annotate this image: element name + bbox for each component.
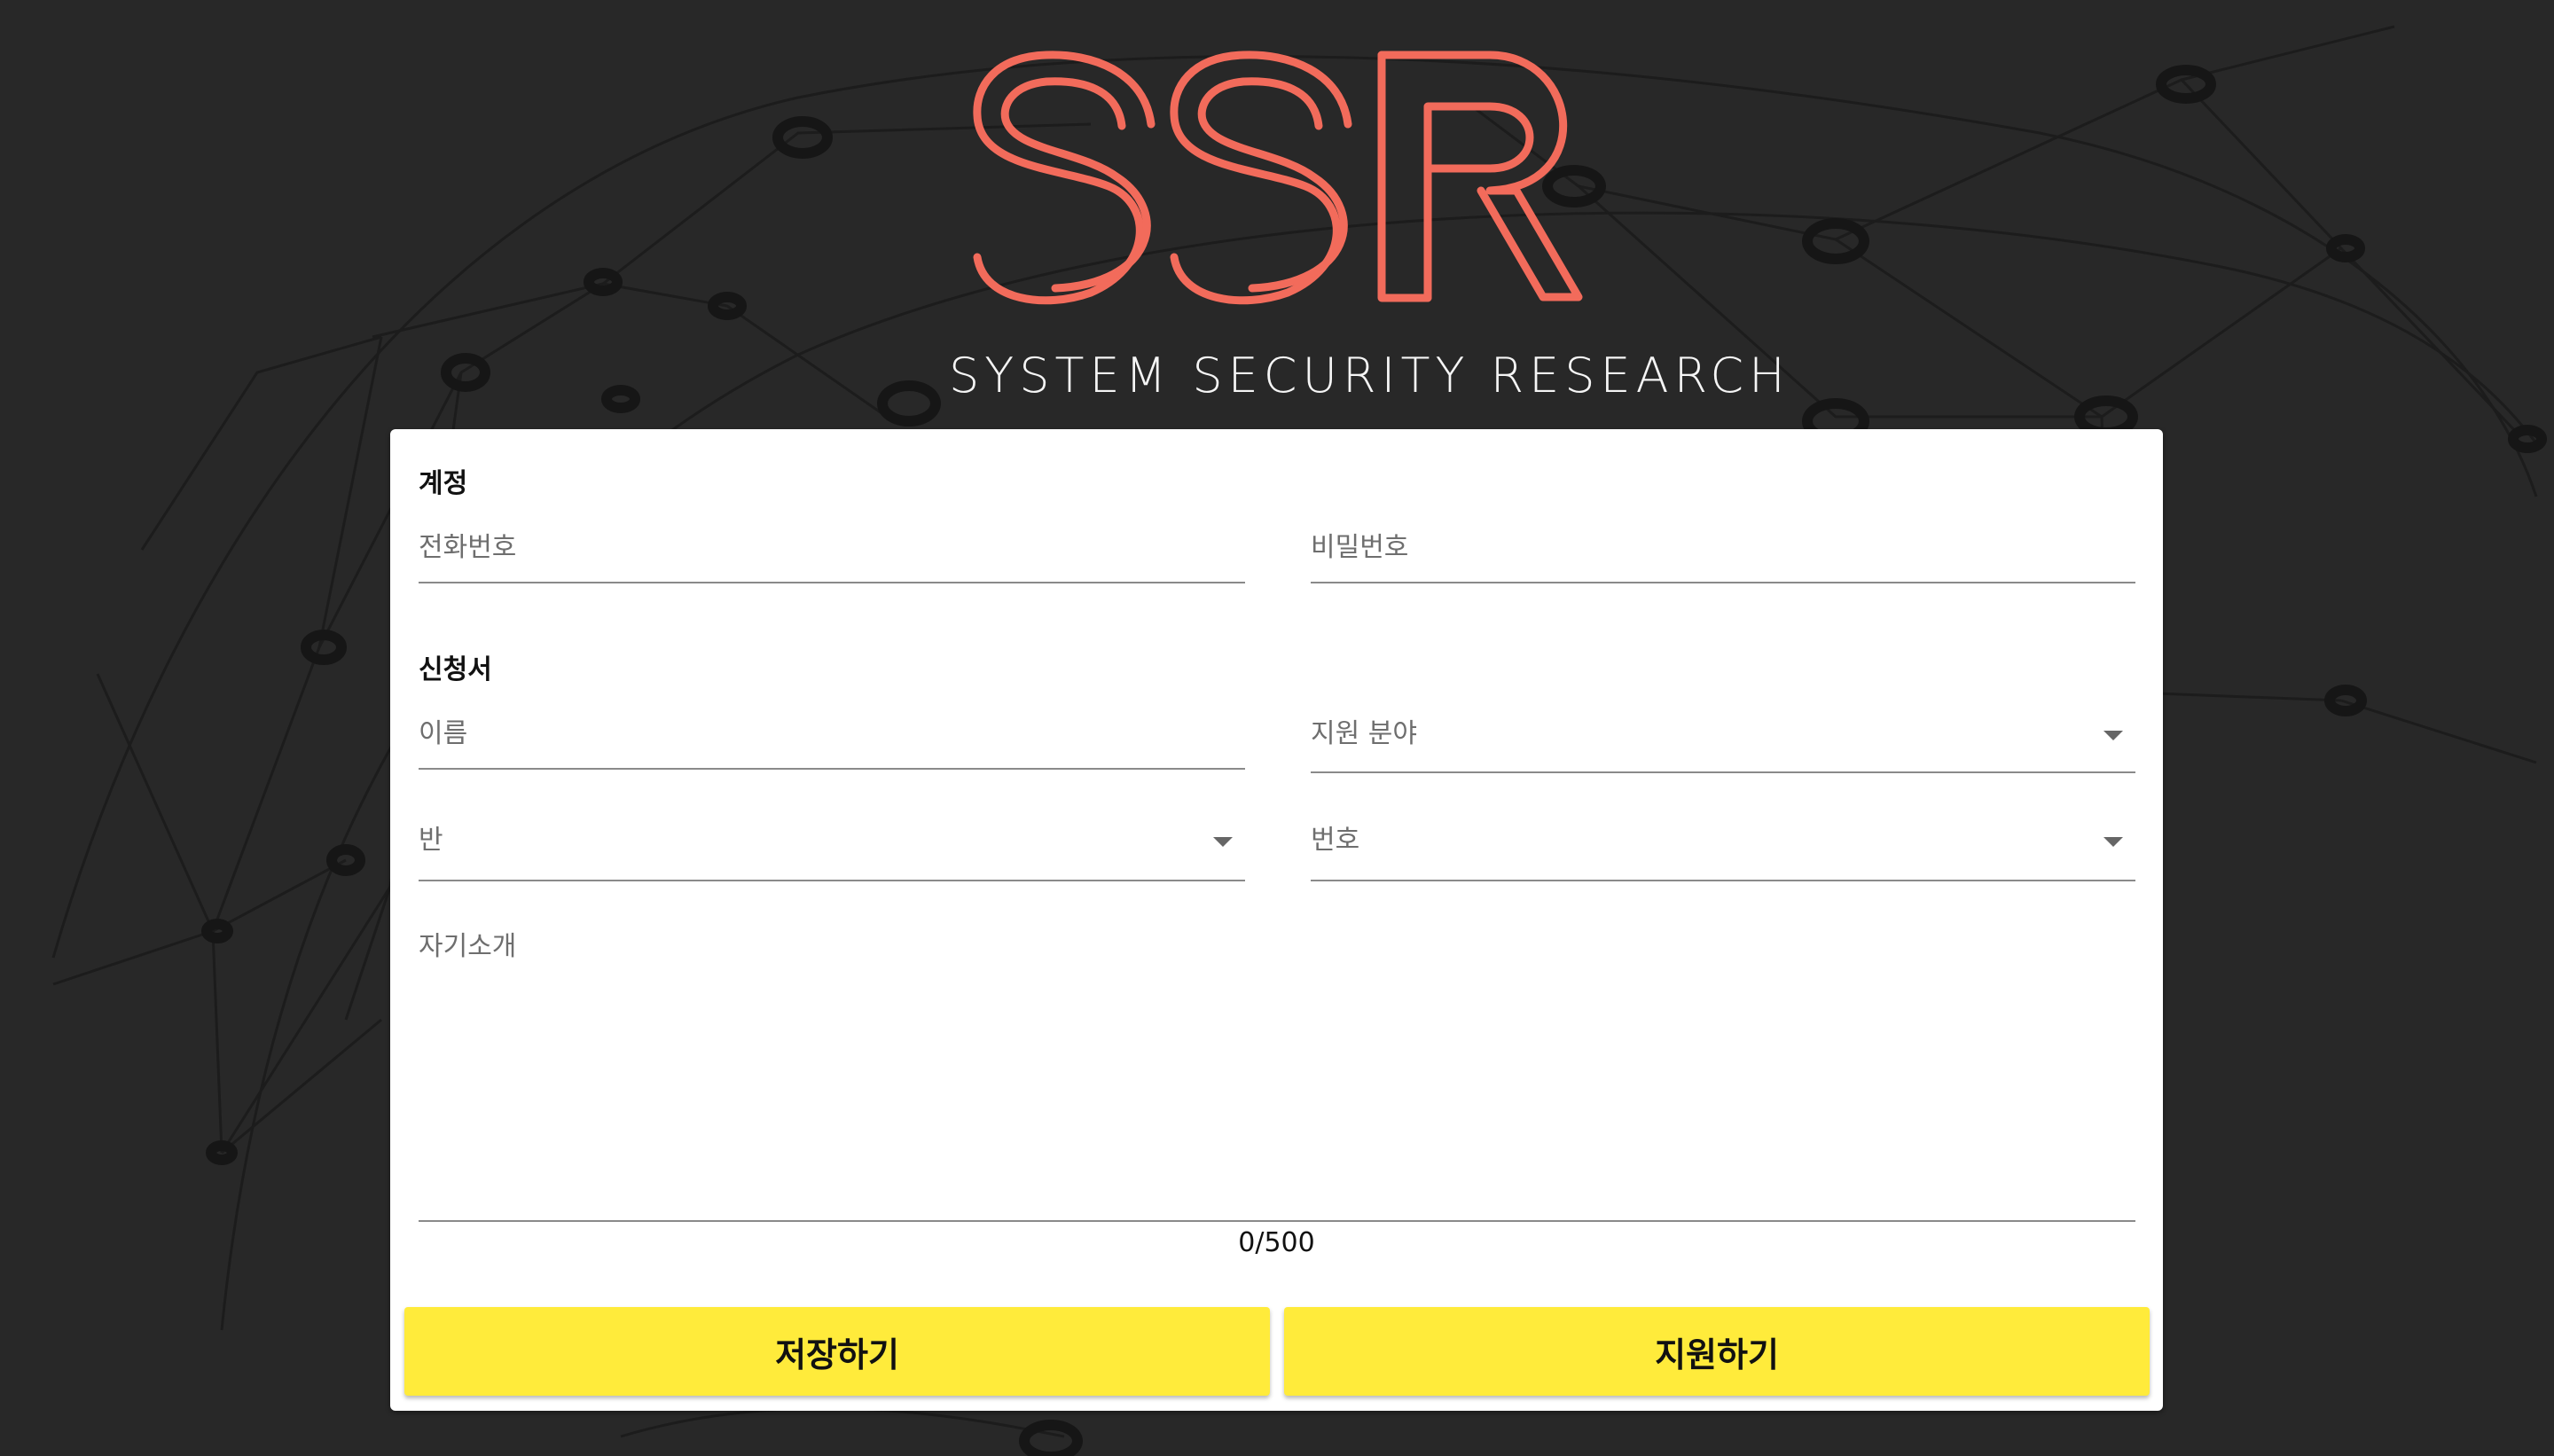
phone-field[interactable]: 전화번호 [419,507,1245,583]
class-select-underline [419,880,1245,881]
class-select[interactable]: 반 [419,800,1245,881]
class-select-label: 반 [419,825,443,856]
password-field-underline [1311,582,2135,583]
application-form-card: 계정 전화번호 비밀번호 신청서 이름 지원 분야 반 번호 자기소개 0/50… [390,429,2163,1411]
number-select-label: 번호 [1311,825,1360,856]
intro-textarea[interactable]: 자기소개 [419,924,2135,1222]
chevron-down-icon[interactable] [1213,837,1233,847]
account-section-title: 계정 [419,468,468,499]
password-field-label: 비밀번호 [1311,532,1409,563]
chevron-down-icon[interactable] [2104,731,2123,740]
intro-textarea-label: 자기소개 [419,931,517,962]
intro-char-counter: 0/500 [1238,1227,1315,1258]
chevron-down-icon[interactable] [2104,837,2123,847]
name-field-underline [419,768,1245,770]
name-field-label: 이름 [419,718,468,749]
brand-subtitle: SYSTEM SECURITY RESEARCH [949,348,1790,403]
save-button[interactable]: 저장하기 [404,1307,1270,1396]
application-section-title: 신청서 [419,654,492,685]
number-select[interactable]: 번호 [1311,800,2135,881]
apply-button[interactable]: 지원하기 [1284,1307,2150,1396]
field-select-underline [1311,771,2135,773]
ssr-logo [973,51,1583,305]
intro-textarea-underline [419,1220,2135,1222]
number-select-underline [1311,880,2135,881]
field-select-label: 지원 분야 [1311,718,1417,749]
password-field[interactable]: 비밀번호 [1311,507,2135,583]
field-select[interactable]: 지원 분야 [1311,693,2135,773]
name-field[interactable]: 이름 [419,693,1245,770]
phone-field-label: 전화번호 [419,532,517,563]
phone-field-underline [419,582,1245,583]
